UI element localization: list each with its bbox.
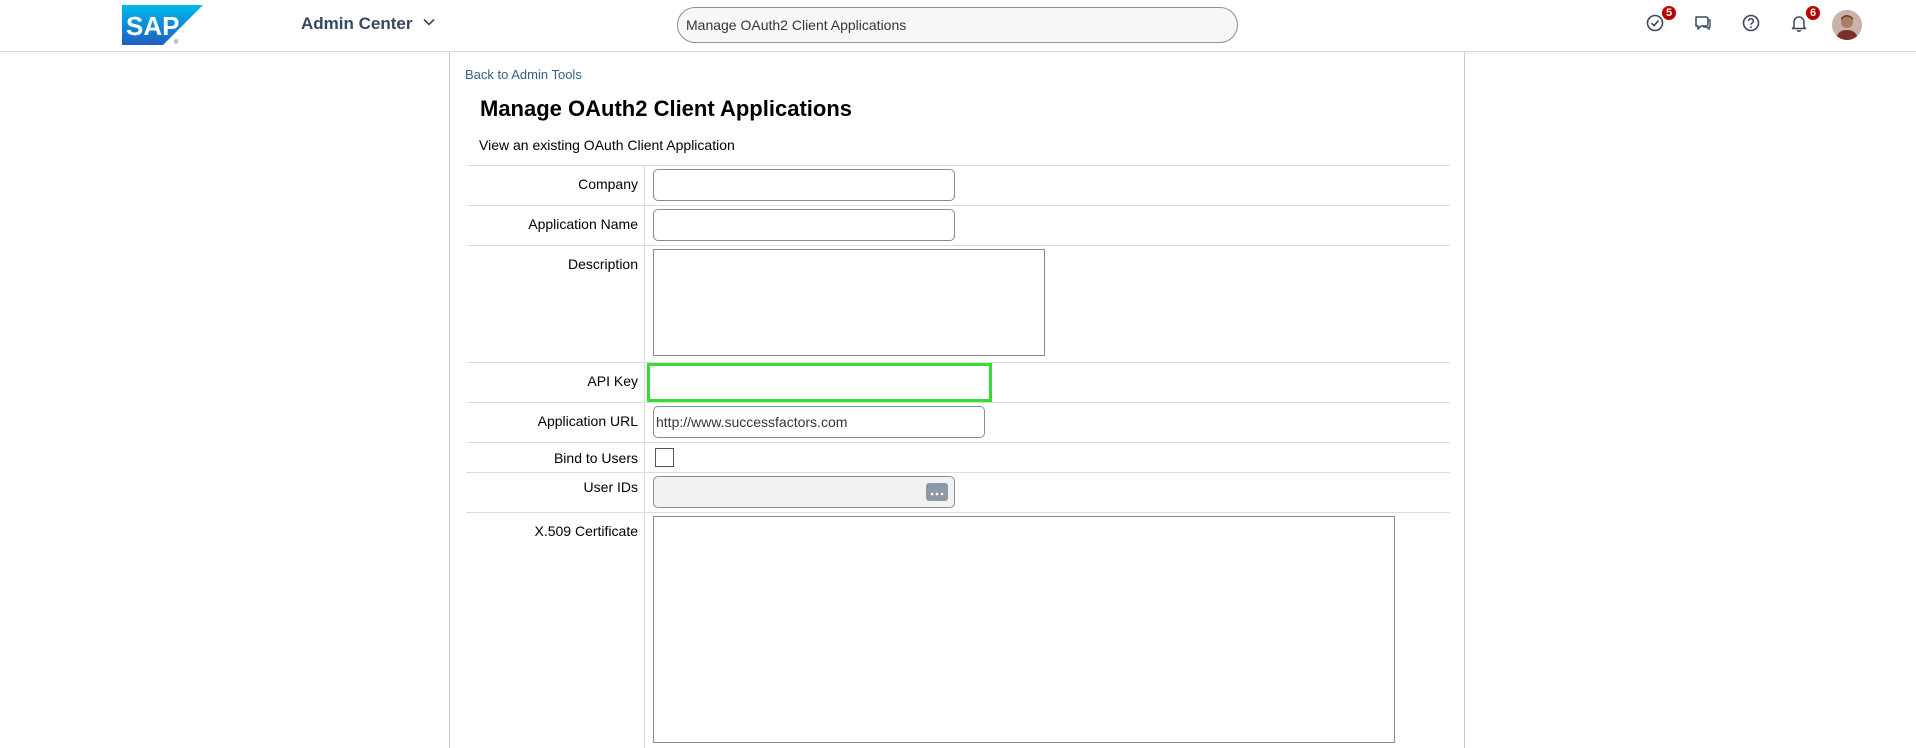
svg-text:®: ® — [174, 39, 179, 45]
app-title-menu[interactable]: Admin Center — [301, 14, 436, 34]
application-name-field[interactable] — [653, 209, 955, 241]
company-field[interactable] — [653, 169, 955, 201]
help-icon — [1741, 13, 1761, 38]
row-divider — [644, 363, 645, 402]
company-label: Company — [578, 176, 638, 192]
search-input[interactable] — [677, 7, 1238, 43]
shell-bar: SAP ® Admin Center 5 6 — [0, 0, 1916, 52]
bind-to-users-row: Bind to Users — [466, 442, 1450, 472]
page-title: Manage OAuth2 Client Applications — [480, 96, 852, 121]
bind-to-users-checkbox[interactable] — [655, 448, 674, 467]
help-button[interactable] — [1738, 12, 1764, 38]
certificate-textarea[interactable] — [653, 516, 1395, 743]
more-icon — [930, 483, 944, 501]
company-row: Company — [466, 165, 1450, 205]
row-divider — [644, 166, 645, 205]
user-ids-field[interactable] — [653, 476, 955, 508]
todo-count-badge: 5 — [1660, 4, 1678, 22]
avatar[interactable] — [1832, 10, 1862, 40]
chevron-down-icon — [422, 14, 436, 34]
chat-icon — [1693, 13, 1713, 38]
user-ids-label: User IDs — [583, 479, 638, 495]
api-key-field[interactable] — [647, 363, 992, 402]
row-divider — [644, 403, 645, 442]
feedback-button[interactable] — [1690, 12, 1716, 38]
bind-to-users-label: Bind to Users — [553, 450, 638, 466]
application-name-label: Application Name — [528, 216, 638, 232]
row-divider — [644, 443, 645, 472]
application-name-row: Application Name — [466, 205, 1450, 245]
user-ids-browse-button[interactable] — [926, 483, 948, 501]
svg-text:SAP: SAP — [126, 11, 179, 41]
sap-logo[interactable]: SAP ® — [122, 5, 203, 46]
content-panel: Back to Admin Tools Manage OAuth2 Client… — [449, 52, 1465, 748]
row-divider — [644, 206, 645, 245]
page-subtitle: View an existing OAuth Client Applicatio… — [479, 137, 735, 153]
row-divider — [644, 246, 645, 362]
back-to-admin-tools-link[interactable]: Back to Admin Tools — [465, 67, 582, 82]
certificate-label: X.509 Certificate — [534, 523, 639, 539]
api-key-row: API Key — [466, 362, 1450, 402]
description-label: Description — [567, 256, 638, 272]
description-row: Description — [466, 245, 1450, 362]
notifications-button[interactable]: 6 — [1786, 4, 1822, 38]
row-divider — [644, 513, 645, 748]
user-ids-row: User IDs — [466, 472, 1450, 512]
application-url-row: Application URL — [466, 402, 1450, 442]
app-title: Admin Center — [301, 14, 413, 33]
row-divider — [644, 473, 645, 512]
application-url-label: Application URL — [537, 413, 638, 429]
certificate-row: X.509 Certificate — [466, 512, 1450, 748]
description-textarea[interactable] — [653, 249, 1045, 356]
notification-count-badge: 6 — [1804, 4, 1822, 22]
application-url-field[interactable] — [653, 406, 985, 438]
todo-button[interactable]: 5 — [1642, 4, 1678, 38]
api-key-label: API Key — [587, 373, 638, 389]
